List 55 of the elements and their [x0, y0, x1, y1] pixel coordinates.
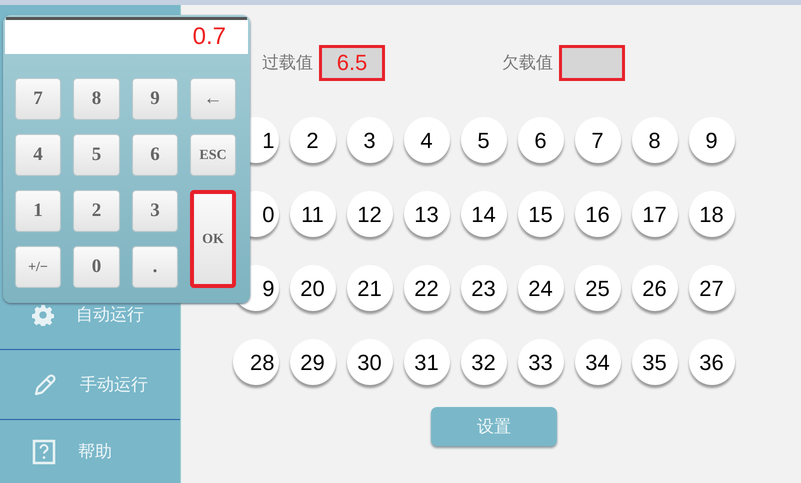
channel-button[interactable]: 14	[460, 191, 506, 237]
keypad-key[interactable]: 7	[15, 78, 61, 120]
channel-button[interactable]: 18	[688, 191, 734, 237]
channel-button[interactable]: 30	[346, 339, 392, 385]
keypad-key[interactable]: 3	[132, 190, 178, 232]
channel-button[interactable]: 25	[574, 265, 620, 311]
keypad-key[interactable]: 0	[73, 246, 120, 288]
channel-button[interactable]: 9	[688, 117, 734, 163]
channel-button[interactable]: 8	[632, 117, 678, 163]
channel-button[interactable]: 29	[290, 339, 336, 385]
field-label: 过载值	[262, 52, 313, 74]
channel-button[interactable]: 24	[518, 265, 564, 311]
channel-button[interactable]: 21	[346, 265, 392, 311]
channel-button[interactable]: 27	[688, 265, 734, 311]
channel-button[interactable]: 22	[404, 265, 450, 311]
channel-button[interactable]: 16	[574, 191, 620, 237]
channel-button[interactable]: 31	[404, 339, 450, 385]
keypad-display: 0.7	[5, 20, 248, 54]
channel-button[interactable]: 11	[290, 191, 336, 237]
channel-button[interactable]: 34	[574, 339, 620, 385]
channel-button[interactable]: 5	[460, 117, 506, 163]
channel-button[interactable]: 12	[346, 191, 392, 237]
channel-button[interactable]: 2	[290, 117, 336, 163]
field-label: 欠载值	[502, 52, 553, 74]
keypad-key[interactable]: ←	[190, 78, 236, 120]
keypad-key[interactable]: 9	[132, 78, 178, 120]
keypad-key[interactable]: 4	[15, 134, 61, 176]
channel-button[interactable]: 15	[518, 191, 564, 237]
channel-button[interactable]: 26	[632, 265, 678, 311]
keypad-key[interactable]: .	[132, 246, 178, 288]
channel-button[interactable]: 6	[518, 117, 564, 163]
channel-button[interactable]: 36	[688, 339, 734, 385]
channel-button[interactable]: 3	[346, 117, 392, 163]
keypad-key[interactable]: ESC	[190, 134, 236, 176]
pencil-icon	[32, 372, 58, 398]
channel-button[interactable]: 28	[232, 339, 278, 385]
channel-button[interactable]: 13	[404, 191, 450, 237]
keypad-key[interactable]: 2	[73, 190, 120, 232]
channel-button[interactable]: 23	[460, 265, 506, 311]
channel-button[interactable]: 7	[574, 117, 620, 163]
keypad-key[interactable]: 8	[73, 78, 120, 120]
keypad-key[interactable]: 1	[15, 190, 61, 232]
value-field[interactable]	[559, 45, 625, 81]
channel-button[interactable]: 17	[632, 191, 678, 237]
keypad-key[interactable]: 5	[73, 134, 120, 176]
keypad-key[interactable]: +/−	[15, 246, 61, 288]
help-icon	[32, 438, 56, 464]
channel-button[interactable]: 20	[290, 265, 336, 311]
keypad-key[interactable]: OK	[190, 190, 236, 288]
channel-button[interactable]: 32	[460, 339, 506, 385]
channel-button[interactable]: 4	[404, 117, 450, 163]
keypad-key[interactable]: 6	[132, 134, 178, 176]
channel-button[interactable]: 33	[518, 339, 564, 385]
gear-icon	[32, 304, 54, 326]
channel-button[interactable]: 35	[632, 339, 678, 385]
